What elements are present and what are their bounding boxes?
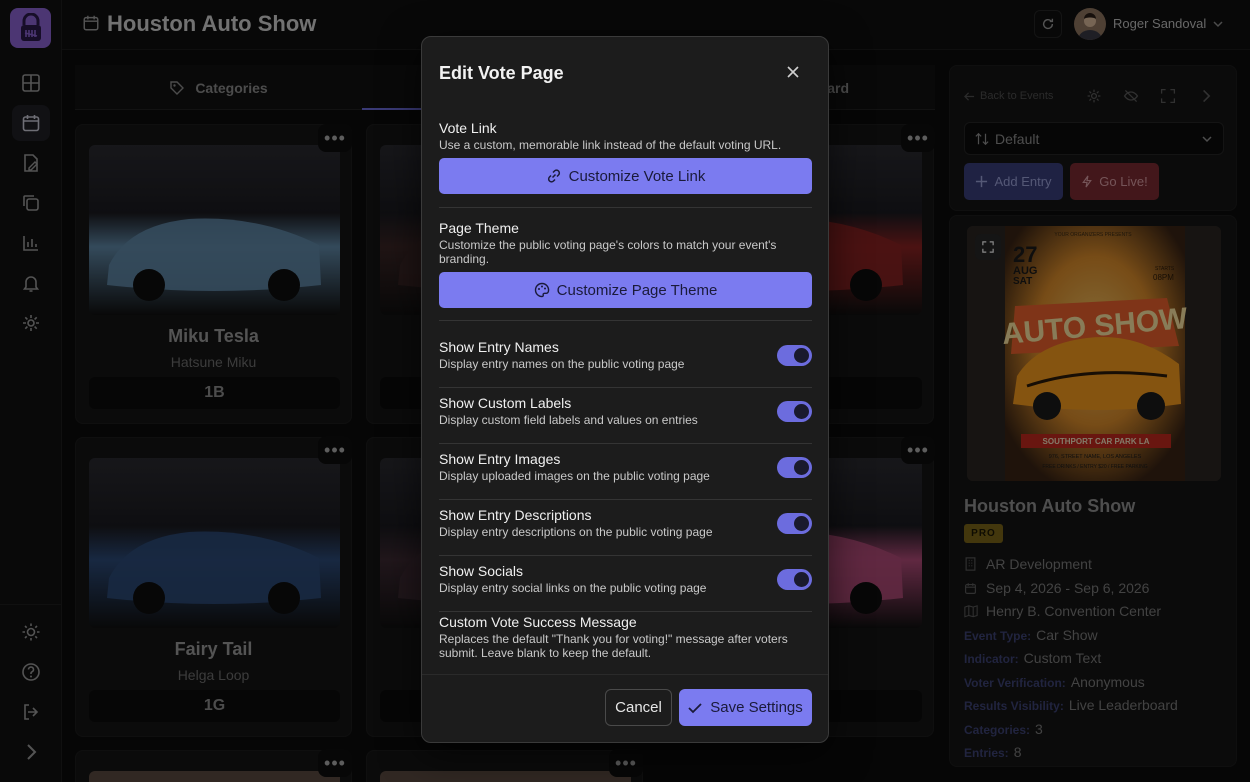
- toggle-row: Show Entry Images Display uploaded images…: [422, 443, 828, 500]
- customize-page-theme-button[interactable]: Customize Page Theme: [439, 272, 812, 308]
- toggle-title: Show Entry Descriptions: [439, 507, 592, 523]
- save-label: Save Settings: [710, 699, 803, 716]
- divider: [439, 611, 812, 612]
- toggle-title: Show Entry Images: [439, 451, 561, 467]
- toggle-row: Show Socials Display entry social links o…: [422, 555, 828, 612]
- link-icon: [547, 169, 560, 183]
- toggle-switch[interactable]: [777, 457, 812, 478]
- toggle-desc: Display entry social links on the public…: [439, 581, 707, 595]
- cancel-button[interactable]: Cancel: [605, 689, 672, 726]
- dialog-body[interactable]: Vote Link Use a custom, memorable link i…: [422, 112, 828, 674]
- save-settings-button[interactable]: Save Settings: [679, 689, 812, 726]
- toggle-switch[interactable]: [777, 345, 812, 366]
- toggle-title: Show Socials: [439, 563, 524, 579]
- button-label: Customize Page Theme: [556, 281, 718, 299]
- divider: [439, 207, 812, 208]
- vote-link-desc: Use a custom, memorable link instead of …: [439, 138, 782, 152]
- palette-icon: [534, 282, 549, 298]
- toggle-row: Show Custom Labels Display custom field l…: [422, 387, 828, 444]
- check-icon: [688, 702, 702, 713]
- dialog-title: Edit Vote Page: [439, 63, 564, 83]
- toggle-desc: Display custom field labels and values o…: [439, 413, 698, 427]
- customize-vote-link-button[interactable]: Customize Vote Link: [439, 158, 812, 194]
- expand-icon[interactable]: [975, 234, 1001, 260]
- success-message-desc: Replaces the default "Thank you for voti…: [439, 632, 788, 660]
- dialog-footer: Cancel Save Settings: [422, 674, 828, 742]
- page-theme-desc: Customize the public voting page's color…: [439, 238, 777, 266]
- toggle-desc: Display uploaded images on the public vo…: [439, 469, 710, 483]
- toggle-row: Show Entry Names Display entry names on t…: [422, 331, 828, 388]
- toggle-row: Show Entry Descriptions Display entry des…: [422, 499, 828, 556]
- page-theme-title: Page Theme: [439, 220, 519, 236]
- toggle-switch[interactable]: [777, 569, 812, 590]
- toggle-desc: Display entry names on the public voting…: [439, 357, 685, 371]
- edit-vote-page-dialog: Edit Vote Page Vote Link Use a custom, m…: [421, 36, 829, 743]
- vote-link-title: Vote Link: [439, 120, 497, 136]
- toggle-title: Show Entry Names: [439, 339, 559, 355]
- toggle-title: Show Custom Labels: [439, 395, 572, 411]
- toggle-switch[interactable]: [777, 401, 812, 422]
- button-label: Customize Vote Link: [568, 167, 706, 185]
- success-message-title: Custom Vote Success Message: [439, 614, 637, 630]
- toggle-desc: Display entry descriptions on the public…: [439, 525, 713, 539]
- toggle-switch[interactable]: [777, 513, 812, 534]
- divider: [439, 320, 812, 321]
- close-icon[interactable]: [786, 65, 800, 79]
